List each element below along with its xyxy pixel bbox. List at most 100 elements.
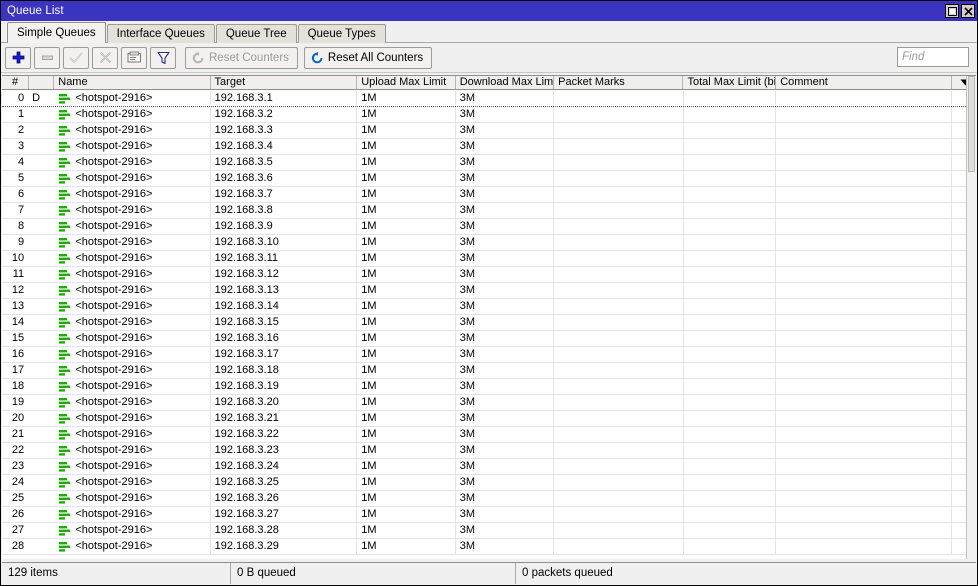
queue-icon <box>58 222 71 232</box>
table-row[interactable]: 19<hotspot-2916>192.168.3.201M3M <box>2 395 976 411</box>
cell-marks <box>554 283 683 298</box>
tab-interface-queues[interactable]: Interface Queues <box>107 24 215 43</box>
queue-name-label: <hotspot-2916> <box>75 283 152 298</box>
table-row[interactable]: 25<hotspot-2916>192.168.3.261M3M <box>2 491 976 507</box>
table-row[interactable]: 15<hotspot-2916>192.168.3.161M3M <box>2 331 976 347</box>
cell-marks <box>554 491 683 506</box>
column-header-marks[interactable]: Packet Marks <box>554 76 683 89</box>
queue-icon <box>58 238 71 248</box>
queue-icon <box>58 254 71 264</box>
table-row[interactable]: 16<hotspot-2916>192.168.3.171M3M <box>2 347 976 363</box>
cell-flags <box>29 235 54 250</box>
cell-name: <hotspot-2916> <box>54 427 210 442</box>
scrollbar-thumb[interactable] <box>968 76 975 172</box>
table-row[interactable]: 4<hotspot-2916>192.168.3.51M3M <box>2 155 976 171</box>
table-row[interactable]: 0D<hotspot-2916>192.168.3.11M3M <box>2 91 976 107</box>
cell-index: 20 <box>2 411 29 426</box>
cell-target: 192.168.3.1 <box>211 91 358 106</box>
remove-button[interactable] <box>34 47 60 69</box>
table-row[interactable]: 7<hotspot-2916>192.168.3.81M3M <box>2 203 976 219</box>
table-row[interactable]: 28<hotspot-2916>192.168.3.291M3M <box>2 539 976 555</box>
column-header-target[interactable]: Target <box>211 76 358 89</box>
column-header-upload[interactable]: Upload Max Limit <box>357 76 455 89</box>
cell-comment <box>776 395 952 410</box>
cell-flags <box>29 507 54 522</box>
filter-button[interactable] <box>150 47 176 69</box>
cell-index: 13 <box>2 299 29 314</box>
maximize-button[interactable] <box>945 4 959 18</box>
cell-total <box>684 491 777 506</box>
table-row[interactable]: 10<hotspot-2916>192.168.3.111M3M <box>2 251 976 267</box>
cell-flags <box>29 283 54 298</box>
comment-button[interactable] <box>121 47 147 69</box>
reset-counters-button[interactable]: Reset Counters <box>185 47 298 69</box>
table-row[interactable]: 23<hotspot-2916>192.168.3.241M3M <box>2 459 976 475</box>
cell-download: 3M <box>456 187 554 202</box>
cell-marks <box>554 411 683 426</box>
table-row[interactable]: 1<hotspot-2916>192.168.3.21M3M <box>2 107 976 123</box>
table-row[interactable]: 9<hotspot-2916>192.168.3.101M3M <box>2 235 976 251</box>
cell-download: 3M <box>456 443 554 458</box>
column-header-comment[interactable]: Comment <box>776 76 952 89</box>
table-row[interactable]: 11<hotspot-2916>192.168.3.121M3M <box>2 267 976 283</box>
cell-download: 3M <box>456 299 554 314</box>
table-row[interactable]: 21<hotspot-2916>192.168.3.221M3M <box>2 427 976 443</box>
cell-total <box>684 107 777 122</box>
cell-marks <box>554 475 683 490</box>
cell-marks <box>554 171 683 186</box>
table-row[interactable]: 18<hotspot-2916>192.168.3.191M3M <box>2 379 976 395</box>
table-row[interactable]: 5<hotspot-2916>192.168.3.61M3M <box>2 171 976 187</box>
add-button[interactable] <box>5 47 31 69</box>
cell-upload: 1M <box>357 475 455 490</box>
queue-icon <box>58 126 71 136</box>
table-row[interactable]: 26<hotspot-2916>192.168.3.271M3M <box>2 507 976 523</box>
table-row[interactable]: 3<hotspot-2916>192.168.3.41M3M <box>2 139 976 155</box>
cell-total <box>684 123 777 138</box>
table-row[interactable]: 6<hotspot-2916>192.168.3.71M3M <box>2 187 976 203</box>
cell-total <box>684 91 777 106</box>
cell-target: 192.168.3.10 <box>211 235 358 250</box>
disable-button[interactable] <box>92 47 118 69</box>
table-row[interactable]: 24<hotspot-2916>192.168.3.251M3M <box>2 475 976 491</box>
cell-comment <box>776 315 952 330</box>
cell-marks <box>554 347 683 362</box>
cell-marks <box>554 331 683 346</box>
cell-download: 3M <box>456 379 554 394</box>
table-row[interactable]: 8<hotspot-2916>192.168.3.91M3M <box>2 219 976 235</box>
queue-icon <box>58 270 71 280</box>
tab-queue-tree[interactable]: Queue Tree <box>216 24 297 43</box>
plus-icon <box>12 51 25 64</box>
table-row[interactable]: 27<hotspot-2916>192.168.3.281M3M <box>2 523 976 539</box>
table-row[interactable]: 22<hotspot-2916>192.168.3.231M3M <box>2 443 976 459</box>
cell-download: 3M <box>456 91 554 106</box>
cell-upload: 1M <box>357 427 455 442</box>
cell-download: 3M <box>456 107 554 122</box>
column-header-name[interactable]: Name <box>54 76 210 89</box>
table-row[interactable]: 13<hotspot-2916>192.168.3.141M3M <box>2 299 976 315</box>
column-header-download[interactable]: Download Max Limit <box>456 76 554 89</box>
cell-target: 192.168.3.20 <box>211 395 358 410</box>
table-row[interactable]: 20<hotspot-2916>192.168.3.211M3M <box>2 411 976 427</box>
tab-simple-queues[interactable]: Simple Queues <box>7 22 106 43</box>
cell-total <box>684 283 777 298</box>
reset-all-counters-button[interactable]: Reset All Counters <box>304 47 432 69</box>
column-header-total[interactable]: Total Max Limit (bi... <box>683 76 776 89</box>
search-box[interactable]: Find <box>897 47 969 67</box>
queue-icon <box>58 206 71 216</box>
queue-icon <box>58 110 71 120</box>
tab-queue-types[interactable]: Queue Types <box>298 24 386 43</box>
table-row[interactable]: 2<hotspot-2916>192.168.3.31M3M <box>2 123 976 139</box>
close-button[interactable] <box>961 4 975 18</box>
column-header-flags[interactable] <box>29 76 54 89</box>
table-row[interactable]: 17<hotspot-2916>192.168.3.181M3M <box>2 363 976 379</box>
queue-name-label: <hotspot-2916> <box>75 363 152 378</box>
table-row[interactable]: 12<hotspot-2916>192.168.3.131M3M <box>2 283 976 299</box>
cell-index: 19 <box>2 395 29 410</box>
cell-name: <hotspot-2916> <box>54 411 210 426</box>
cell-target: 192.168.3.16 <box>211 331 358 346</box>
vertical-scrollbar[interactable] <box>966 76 976 559</box>
cell-comment <box>776 219 952 234</box>
column-header-index[interactable]: # <box>2 76 29 89</box>
table-row[interactable]: 14<hotspot-2916>192.168.3.151M3M <box>2 315 976 331</box>
enable-button[interactable] <box>63 47 89 69</box>
